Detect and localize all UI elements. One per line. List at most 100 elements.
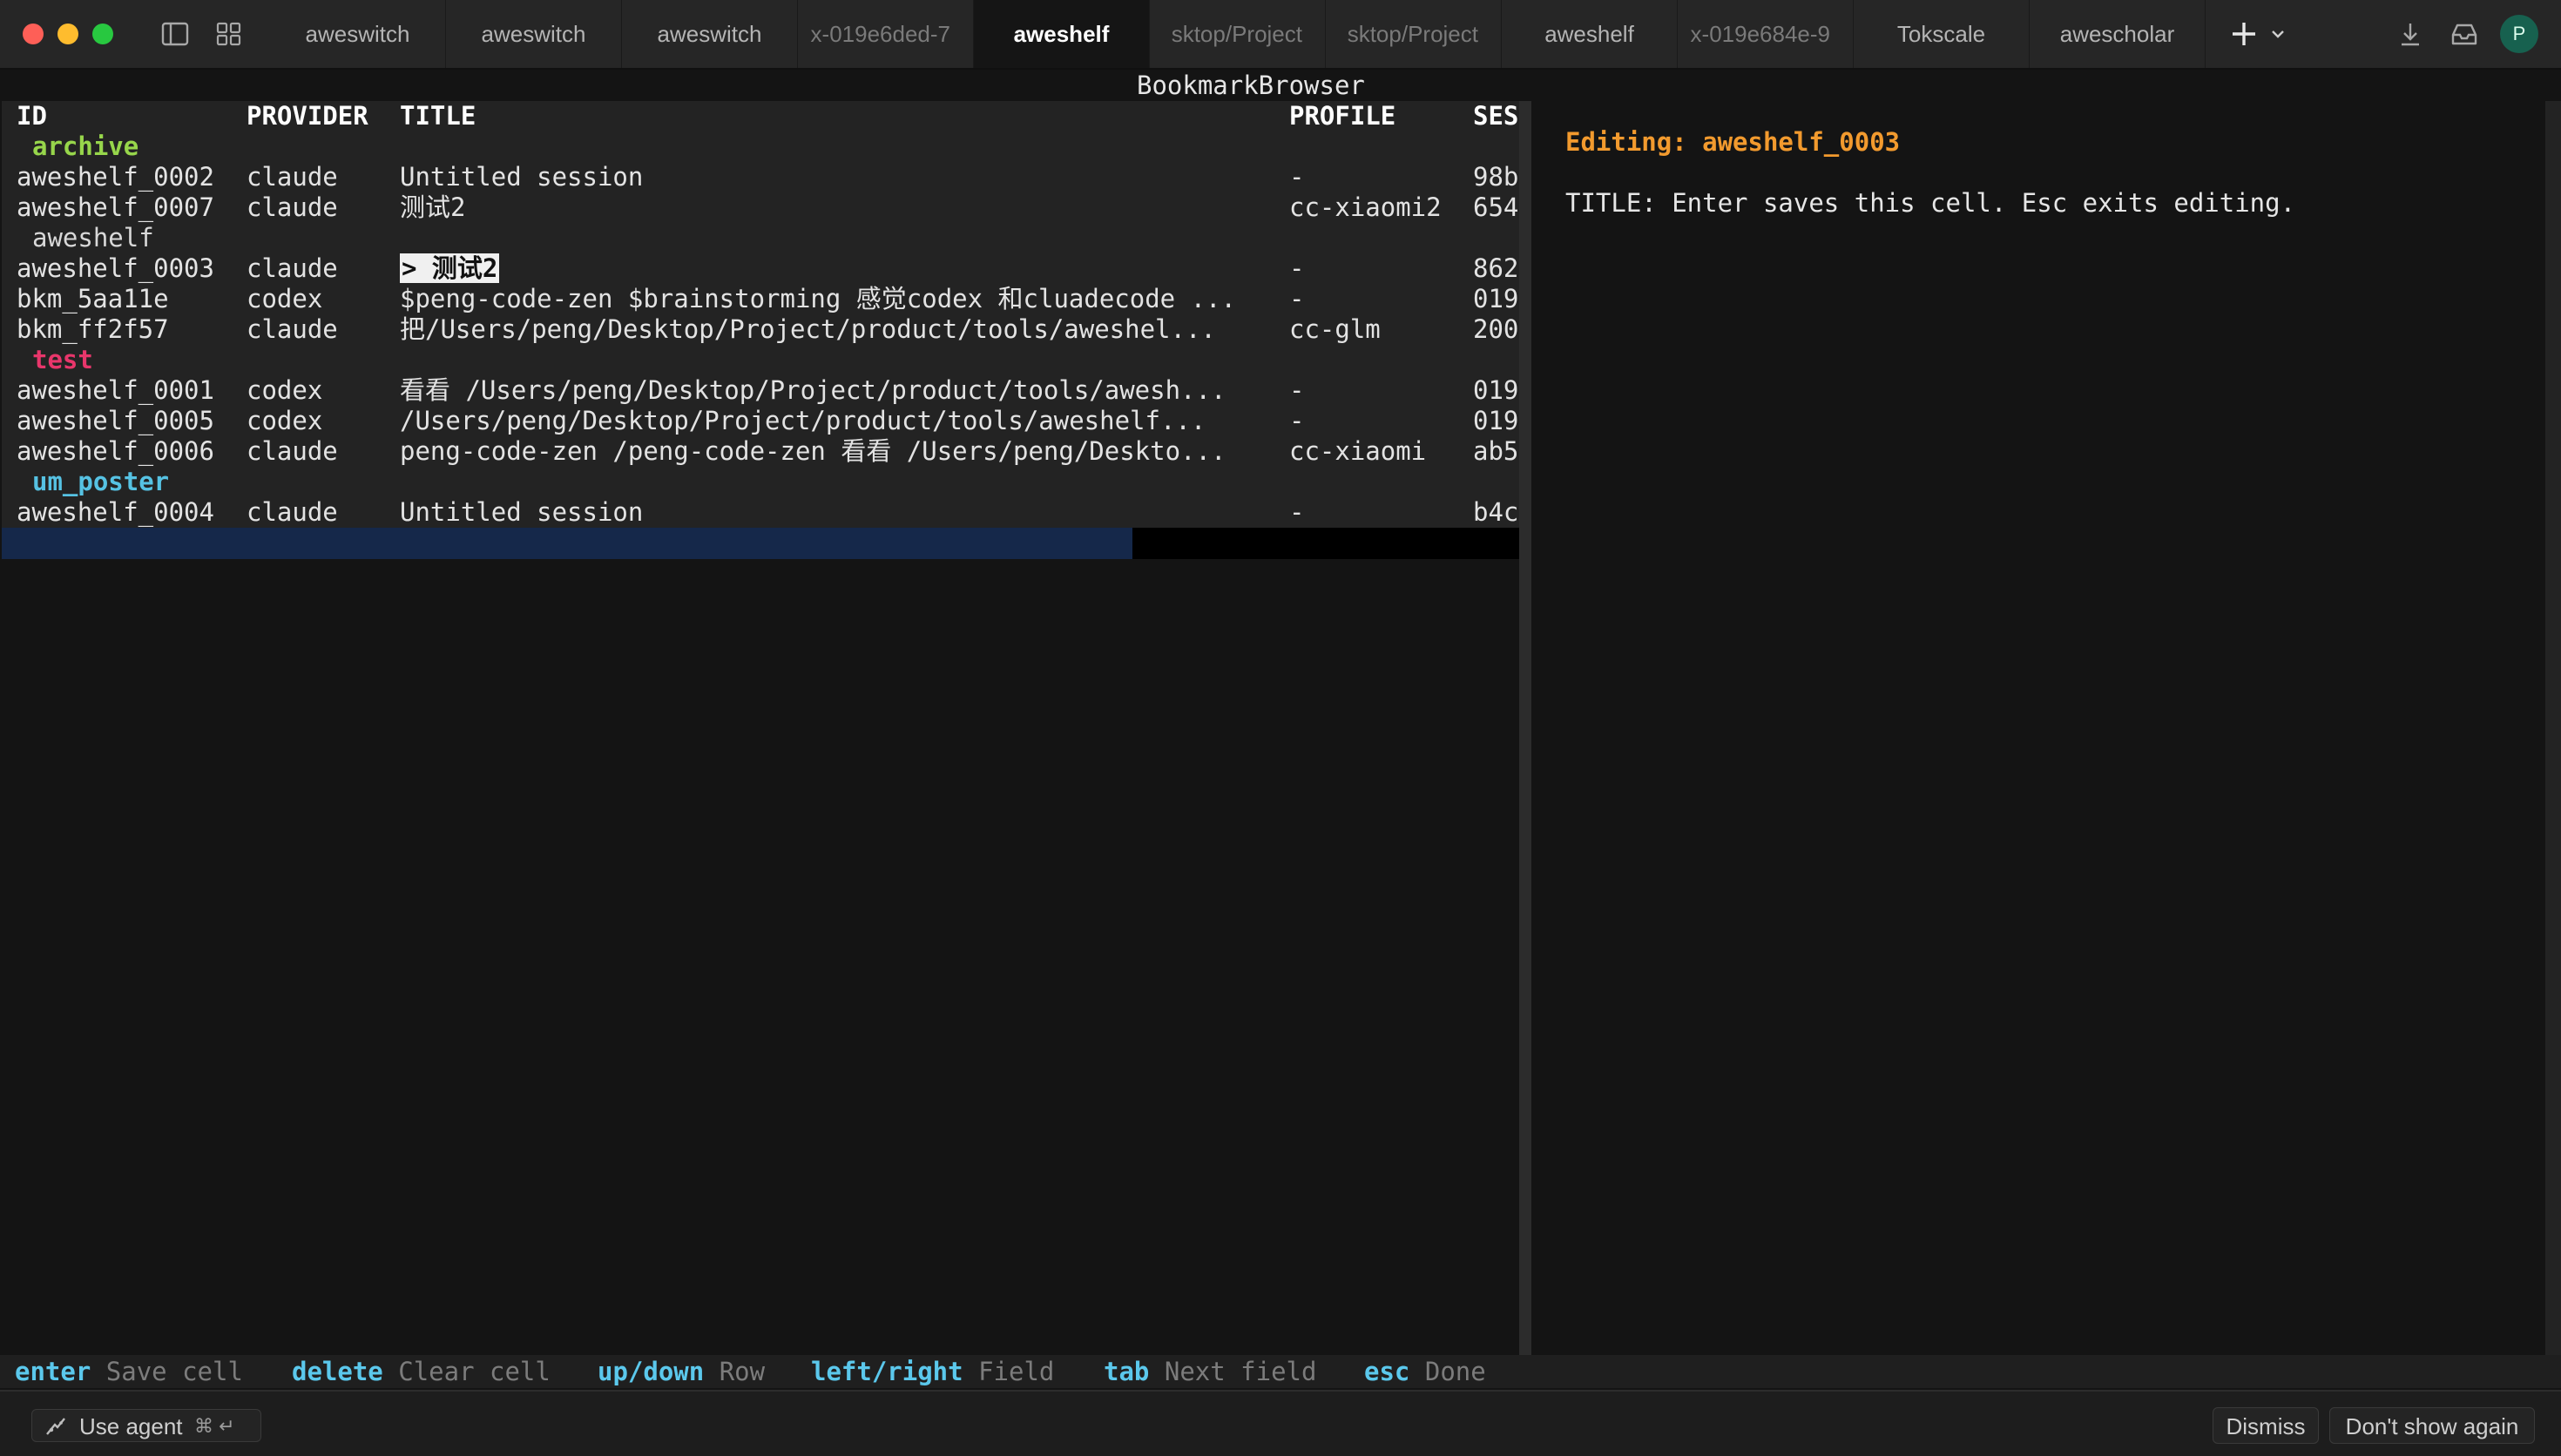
cell-profile[interactable]: cc-xiaomi — [1289, 436, 1463, 467]
cell-title[interactable]: > 测试2 — [400, 253, 1280, 284]
close-window-button[interactable] — [23, 24, 44, 44]
cell-session[interactable]: 019 — [1473, 375, 1519, 406]
editing-cell-input[interactable]: > 测试2 — [400, 253, 500, 283]
keybinding-desc: Clear cell — [398, 1357, 551, 1386]
cell-title[interactable]: Untitled session — [400, 497, 1280, 528]
download-icon[interactable] — [2394, 17, 2427, 51]
cell-provider[interactable]: claude — [247, 162, 395, 192]
inbox-icon[interactable] — [2448, 17, 2481, 51]
cell-profile[interactable]: - — [1289, 162, 1463, 192]
bookmark-table[interactable]: ID PROVIDER TITLE PROFILE SES archive awe… — [2, 101, 1519, 528]
column-provider: PROVIDER — [247, 101, 368, 131]
table-row[interactable]: bkm_5aa11e codex $peng-code-zen $brainstor… — [2, 284, 1519, 314]
cell-provider[interactable]: claude — [247, 192, 395, 223]
keybinding-1: delete Clear cell — [292, 1355, 551, 1388]
cell-session[interactable]: 019 — [1473, 284, 1519, 314]
table-row[interactable]: aweshelf_0004 claude Untitled session - b4c — [2, 497, 1519, 528]
cell-provider[interactable]: codex — [247, 375, 395, 406]
cell-id[interactable]: bkm_ff2f57 — [17, 314, 243, 345]
table-row[interactable]: aweshelf_0005 codex/Users/peng/Desktop/Pr… — [2, 406, 1519, 436]
minimize-window-button[interactable] — [57, 24, 78, 44]
cell-session[interactable]: 200 — [1473, 314, 1519, 345]
tab-0[interactable]: aweswitch — [270, 0, 446, 68]
cell-title[interactable]: 看看 /Users/peng/Desktop/Project/product/t… — [400, 375, 1280, 406]
cell-session[interactable]: 019 — [1473, 406, 1519, 436]
keybinding-key: delete — [292, 1357, 383, 1386]
group-header[interactable]: archive — [2, 131, 1519, 162]
cell-session[interactable]: b4c — [1473, 497, 1519, 528]
table-row[interactable]: aweshelf_0002 claude Untitled session -98b — [2, 162, 1519, 192]
cell-id[interactable]: bkm_5aa11e — [17, 284, 243, 314]
keybinding-desc: Done — [1424, 1357, 1486, 1386]
new-tab-plus-icon[interactable] — [2228, 17, 2260, 51]
cell-title[interactable]: Untitled session — [400, 162, 1280, 192]
keybinding-desc: Row — [719, 1357, 766, 1386]
tab-1[interactable]: aweswitch — [446, 0, 622, 68]
table-row[interactable]: aweshelf_0001 codex 看看 /Users/peng/Desktop… — [2, 375, 1519, 406]
cell-provider[interactable]: claude — [247, 497, 395, 528]
cell-session[interactable]: 862 — [1473, 253, 1519, 284]
keybinding-desc: Next field — [1164, 1357, 1317, 1386]
cell-profile[interactable]: cc-xiaomi2 — [1289, 192, 1463, 223]
cell-provider[interactable]: claude — [247, 314, 395, 345]
keybinding-2: up/down Row — [598, 1355, 765, 1388]
cell-id[interactable]: aweshelf_0007 — [17, 192, 243, 223]
tab-6[interactable]: sktop/Project — [1326, 0, 1502, 68]
cell-provider[interactable]: claude — [247, 436, 395, 467]
cell-id[interactable]: aweshelf_0001 — [17, 375, 243, 406]
sidebar-toggle-icon[interactable] — [159, 17, 192, 51]
cell-profile[interactable]: cc-glm — [1289, 314, 1463, 345]
tab-2[interactable]: aweswitch — [622, 0, 798, 68]
cell-profile[interactable]: - — [1289, 406, 1463, 436]
table-row[interactable]: aweshelf_0006 claude peng-code-zen /peng-c… — [2, 436, 1519, 467]
group-header[interactable]: test — [2, 345, 1519, 375]
cell-id[interactable]: aweshelf_0004 — [17, 497, 243, 528]
pane-divider[interactable] — [1519, 101, 1531, 1360]
cell-provider[interactable]: codex — [247, 284, 395, 314]
cell-provider[interactable]: codex — [247, 406, 395, 436]
cell-session[interactable]: ab5 — [1473, 436, 1519, 467]
keybinding-key: tab — [1104, 1357, 1150, 1386]
tab-3[interactable]: x-019e6ded-7 — [798, 0, 974, 68]
cell-provider[interactable]: claude — [247, 253, 395, 284]
cell-id[interactable]: aweshelf_0003 — [17, 253, 243, 284]
tab-9[interactable]: Tokscale — [1854, 0, 2030, 68]
cell-profile[interactable]: - — [1289, 253, 1463, 284]
column-session: SES — [1473, 101, 1519, 131]
editor-scrollbar[interactable] — [2545, 101, 2561, 1360]
use-agent-button[interactable]: Use agent ⌘ ↵ — [31, 1409, 261, 1442]
tab-7[interactable]: aweshelf — [1502, 0, 1678, 68]
zoom-window-button[interactable] — [92, 24, 113, 44]
cell-title[interactable]: $peng-code-zen $brainstorming 感觉codex 和c… — [400, 284, 1280, 314]
tab-8[interactable]: x-019e684e-9 — [1678, 0, 1854, 68]
cell-title[interactable]: peng-code-zen /peng-code-zen 看看 /Users/p… — [400, 436, 1280, 467]
cell-session[interactable]: 98b — [1473, 162, 1519, 192]
editor-pane[interactable]: Editing: aweshelf_0003 TITLE: Enter save… — [1535, 101, 2545, 1360]
table-row[interactable]: aweshelf_0007 claude 测试2 cc-xiaomi2 654 — [2, 192, 1519, 223]
group-name: test — [32, 345, 93, 374]
cell-id[interactable]: aweshelf_0006 — [17, 436, 243, 467]
tab-5[interactable]: sktop/Project — [1150, 0, 1326, 68]
cell-session[interactable]: 654 — [1473, 192, 1519, 223]
dont-show-again-button[interactable]: Don't show again — [2329, 1407, 2535, 1444]
cell-profile[interactable]: - — [1289, 375, 1463, 406]
cell-profile[interactable]: - — [1289, 284, 1463, 314]
table-row[interactable]: bkm_ff2f57 claude 把/Users/peng/Desktop/Pro… — [2, 314, 1519, 345]
user-avatar[interactable]: P — [2500, 15, 2538, 53]
tab-4[interactable]: aweshelf — [974, 0, 1150, 68]
dismiss-button[interactable]: Dismiss — [2213, 1407, 2319, 1444]
cell-id[interactable]: aweshelf_0005 — [17, 406, 243, 436]
cell-title[interactable]: 测试2 — [400, 192, 1280, 223]
group-header[interactable]: aweshelf — [2, 223, 1519, 253]
chevron-down-icon[interactable] — [2268, 24, 2287, 44]
cell-title[interactable]: 把/Users/peng/Desktop/Project/product/too… — [400, 314, 1280, 345]
group-header[interactable]: um_poster — [2, 467, 1519, 497]
bookmark-list-pane[interactable]: ID PROVIDER TITLE PROFILE SES archive awe… — [2, 101, 1519, 1360]
cell-id[interactable]: aweshelf_0002 — [17, 162, 243, 192]
cell-profile[interactable]: - — [1289, 497, 1463, 528]
tab-10[interactable]: awescholar — [2030, 0, 2206, 68]
terminal-content[interactable]: BookmarkBrowser ID PROVIDER TITLE PROFIL… — [0, 70, 2561, 1388]
cell-title[interactable]: /Users/peng/Desktop/Project/product/tool… — [400, 406, 1280, 436]
table-row[interactable]: aweshelf_0003 claude > 测试2 -862 — [2, 253, 1519, 284]
grid-view-icon[interactable] — [213, 17, 246, 51]
